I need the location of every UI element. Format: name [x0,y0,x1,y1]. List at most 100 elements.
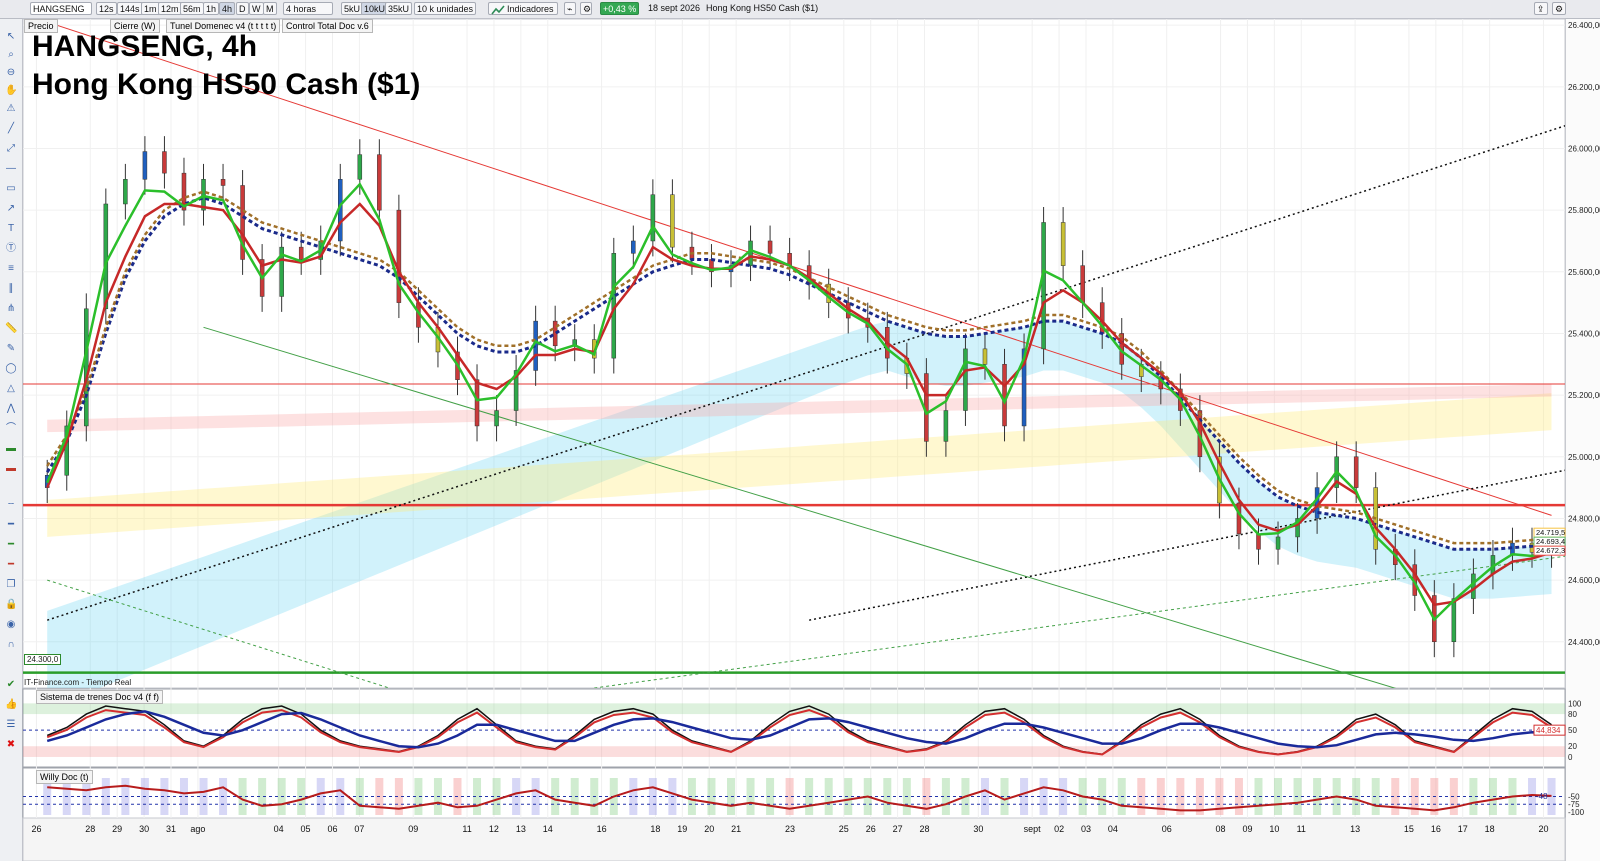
legend-close[interactable]: Cierre (W) [110,19,160,33]
price-tick-label: 26.000,000 [1568,144,1600,153]
willy-panel-title[interactable]: Willy Doc (t) [36,770,93,784]
time-tick-label: 06 [1162,824,1172,834]
candle-body [670,194,675,248]
oscillator-tick-label: 0 [1568,753,1573,762]
time-tick-label: 18 [1485,824,1495,834]
time-tick-label: 27 [893,824,903,834]
price-tick-label: 25.600,000 [1568,268,1600,277]
time-tick-label: 08 [1216,824,1226,834]
data-source-label: IT-Finance.com - Tiempo Real [24,678,132,687]
time-tick-label: 09 [408,824,418,834]
candle-body [494,410,499,427]
candle-body [123,179,128,205]
time-tick-label: 11 [462,824,471,834]
time-tick-label: 23 [785,824,795,834]
oscillator-readout: 44,834 [1536,726,1561,735]
time-tick-label: 18 [650,824,660,834]
legend-control-label: Control Total Doc v.6 [286,21,369,31]
price-tick-label: 25.200,000 [1568,391,1600,400]
legend-tunel[interactable]: Tunel Domenec v4 (t t t t t) [166,19,281,33]
candle-body [1451,598,1457,643]
time-tick-label: 16 [1431,824,1441,834]
candle-body [162,151,167,174]
candle-body [767,240,773,254]
chart-canvas[interactable]: 26.400,000 26.200,000 26.000,000 25.800,000… [0,0,1600,861]
price-tick-label: 24.600,000 [1568,576,1600,585]
candle-body [1041,222,1046,350]
time-tick-label: 20 [704,824,714,834]
candle-body [396,209,402,303]
time-tick-label: 29 [112,824,122,834]
candle-body [650,194,656,242]
time-tick-label: 10 [1269,824,1279,834]
oscillator-panel-title[interactable]: Sistema de trenes Doc v4 (f f) [36,690,164,704]
candle-body [1080,265,1085,303]
price-tick-label: 24.400,000 [1568,638,1600,647]
legend-tunel-label: Tunel Domenec v4 (t t t t t) [170,21,277,31]
willy-readout: -48 [1536,792,1548,801]
time-tick-label: 04 [1108,824,1118,834]
candle-body [631,240,636,254]
price-tag-label: 24.672,3 [1536,546,1565,555]
willy-tick-label: -100 [1568,808,1585,817]
oscillator-tick-label: 20 [1568,742,1577,751]
legend-close-label: Cierre (W) [114,21,156,31]
candle-body [963,348,968,411]
price-tag-label: 24.719,5 [1536,528,1565,537]
time-tick-label: 28 [920,824,930,834]
time-tick-label: 28 [85,824,95,834]
candle-body [220,179,226,186]
candle-body [142,151,148,180]
price-tick-label: 25.000,000 [1568,453,1600,462]
time-tick-label: 31 [166,824,176,834]
candle-body [748,240,753,266]
time-tick-label: 09 [1242,824,1252,834]
time-tick-label: 30 [139,824,149,834]
legend-control[interactable]: Control Total Doc v.6 [282,19,373,33]
legend-price[interactable]: Precio [24,19,58,33]
time-tick-label: 30 [973,824,983,834]
price-tick-label: 25.800,000 [1568,206,1600,215]
candle-body [1471,573,1476,599]
candle-body [1275,536,1281,550]
candle-body [1256,533,1261,550]
candle-body [982,348,988,365]
time-tick-label: ago [190,824,205,834]
price-tick-label: 25.400,000 [1568,329,1600,338]
candle-body [1060,222,1066,266]
time-tick-label: 25 [839,824,849,834]
time-tick-label: 02 [1054,824,1064,834]
price-tick-label: 26.200,000 [1568,83,1600,92]
time-tick-label: 19 [677,824,687,834]
price-tick-label: 26.400,000 [1568,21,1600,30]
candle-body [84,308,89,427]
time-tick-label: 20 [1538,824,1548,834]
time-tick-label: 26 [31,824,41,834]
candle-body [1236,502,1242,535]
time-tick-label: 12 [489,824,499,834]
oscillator-tick-label: 100 [1568,699,1582,708]
candle-body [103,203,109,310]
time-tick-label: 11 [1297,824,1306,834]
candle-body [377,154,382,211]
low-price-label: 24.300,0 [24,654,62,665]
time-tick-label: 06 [327,824,337,834]
time-tick-label: 03 [1081,824,1091,834]
time-tick-label: 16 [597,824,607,834]
time-tick-label: 17 [1458,824,1468,834]
time-tick-label: 13 [1350,824,1360,834]
oscillator-tick-label: 80 [1568,710,1577,719]
legend-price-label: Precio [28,21,54,31]
time-tick-label: 13 [516,824,526,834]
time-tick-label: 15 [1404,824,1414,834]
candle-body [1002,364,1007,427]
chart-subtitle: Hong Kong HS50 Cash ($1) [32,68,421,101]
time-tick-label: 07 [354,824,364,834]
chart-title: HANGSENG, 4h [32,30,258,63]
oscillator-tick-label: 50 [1568,726,1577,735]
candle-body [474,379,480,427]
price-tick-label: 24.800,000 [1568,514,1600,523]
price-tag-label: 24.693,4 [1536,537,1565,546]
candle-body [943,410,949,442]
time-tick-label: 05 [301,824,311,834]
